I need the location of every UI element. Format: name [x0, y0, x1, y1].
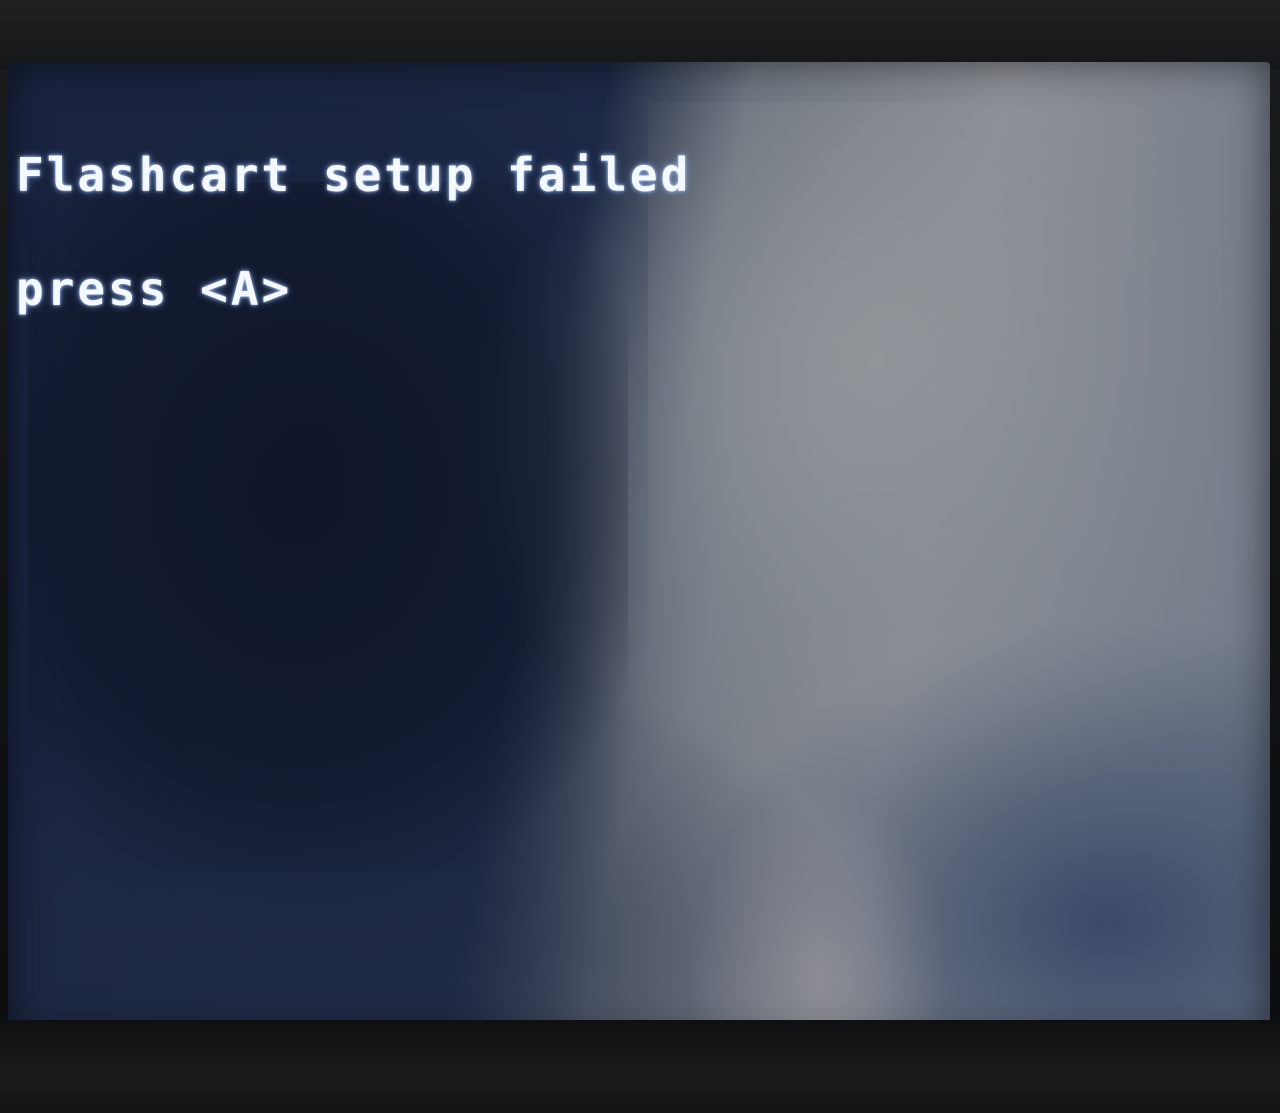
error-message-line: Flashcart setup failed	[16, 148, 692, 202]
top-bezel	[0, 0, 1280, 70]
console-screen: Flashcart setup failed press <A>	[8, 62, 1270, 1037]
screen-glare-streak	[688, 782, 948, 1037]
handheld-device: Flashcart setup failed press <A>	[0, 0, 1280, 1113]
screen-glare-light	[648, 102, 1208, 742]
press-a-prompt: press <A>	[16, 262, 293, 316]
error-message: Flashcart setup failed press <A>	[16, 80, 691, 384]
bottom-bezel	[0, 1020, 1280, 1113]
